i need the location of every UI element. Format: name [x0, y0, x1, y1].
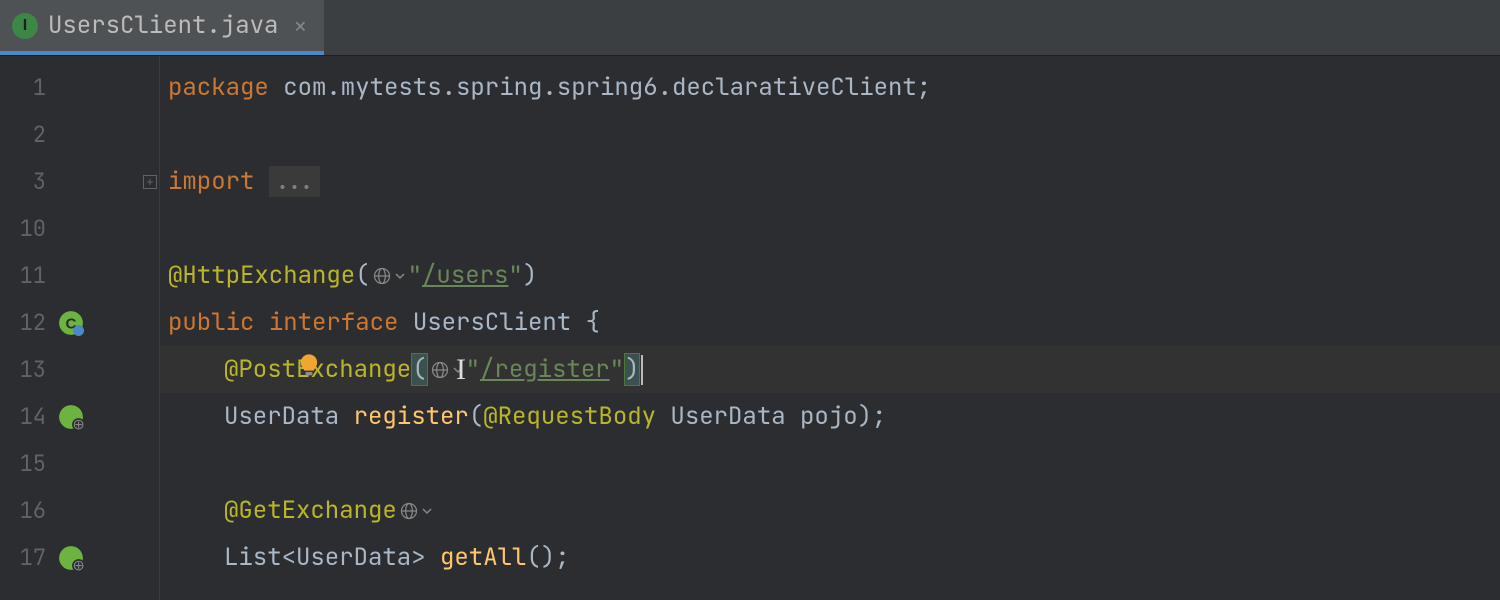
close-icon[interactable]: ✕	[294, 13, 306, 39]
code-line[interactable]: List<UserData> getAll();	[160, 534, 1500, 581]
string-quote: "	[408, 260, 422, 291]
folded-text[interactable]: ...	[269, 166, 320, 197]
code-line[interactable]: public interface UsersClient {	[160, 299, 1500, 346]
code-line[interactable]: import ...	[160, 158, 1500, 205]
type-name: List<UserData>	[224, 542, 440, 573]
fold-expand-icon[interactable]: +	[143, 175, 157, 189]
gutter-row[interactable]: 10	[0, 205, 159, 252]
line-number: 15	[0, 449, 52, 478]
package-path: com.mytests.spring.spring6.declarativeCl…	[269, 72, 931, 103]
annotation: @RequestBody	[483, 401, 656, 432]
code-line[interactable]	[160, 440, 1500, 487]
method-name: register	[354, 401, 469, 432]
line-number: 14	[0, 402, 52, 431]
line-number: 17	[0, 543, 52, 572]
spring-nav-icon[interactable]	[58, 534, 84, 581]
gutter-row[interactable]: 16	[0, 487, 159, 534]
tab-bar: I UsersClient.java ✕	[0, 0, 1500, 56]
gutter-row[interactable]: 15	[0, 440, 159, 487]
method-name: getAll	[440, 542, 526, 573]
gutter-row[interactable]: 12 C	[0, 299, 159, 346]
paren-matched: (	[411, 353, 427, 386]
keyword: package	[168, 72, 269, 103]
line-number: 10	[0, 214, 52, 243]
code-line[interactable]: package com.mytests.spring.spring6.decla…	[160, 64, 1500, 111]
globe-icon	[399, 501, 419, 521]
spring-bean-icon[interactable]: C	[58, 299, 84, 346]
gutter-row[interactable]: 3 +	[0, 158, 159, 205]
type-name: UserData	[656, 401, 800, 432]
line-number: 13	[0, 355, 52, 384]
url-path[interactable]: /register	[480, 354, 610, 385]
punct: );	[858, 401, 887, 432]
url-path[interactable]: /users	[422, 260, 508, 291]
code-line[interactable]: @HttpExchange( "/users")	[160, 252, 1500, 299]
code-line-current[interactable]: I @PostExchange("/register")	[160, 346, 1500, 393]
brace: {	[586, 307, 600, 338]
spring-nav-icon[interactable]	[58, 393, 84, 440]
code-area[interactable]: package com.mytests.spring.spring6.decla…	[160, 56, 1500, 600]
annotation: @GetExchange	[224, 495, 397, 526]
gutter-row[interactable]: 1	[0, 64, 159, 111]
string-quote: "	[610, 354, 624, 385]
code-line[interactable]: UserData register(@RequestBody UserData …	[160, 393, 1500, 440]
line-number: 1	[0, 73, 52, 102]
file-tab[interactable]: I UsersClient.java ✕	[0, 0, 324, 55]
annotation: @HttpExchange	[168, 260, 355, 291]
paren-matched: )	[624, 353, 640, 386]
gutter-row[interactable]: 13	[0, 346, 159, 393]
caret	[641, 355, 643, 385]
gutter-row[interactable]: 2	[0, 111, 159, 158]
url-badge[interactable]	[372, 266, 406, 286]
paren: (	[469, 401, 483, 432]
chevron-down-icon	[421, 505, 433, 517]
line-number: 11	[0, 261, 52, 290]
line-number: 16	[0, 496, 52, 525]
paren: (	[355, 260, 369, 291]
url-badge[interactable]	[399, 501, 433, 521]
code-line[interactable]	[160, 111, 1500, 158]
gutter: 1 2 3 + 10 11 12 C 13 14 15 16 17	[0, 56, 160, 600]
gutter-row[interactable]: 14	[0, 393, 159, 440]
type-name: UsersClient	[413, 307, 586, 338]
paren: )	[523, 260, 537, 291]
string-quote: "	[466, 354, 480, 385]
line-number: 12	[0, 308, 52, 337]
line-number: 3	[0, 167, 52, 196]
code-line[interactable]: @GetExchange	[160, 487, 1500, 534]
interface-icon: I	[12, 13, 38, 39]
gutter-row[interactable]: 17	[0, 534, 159, 581]
code-line[interactable]	[160, 205, 1500, 252]
keyword: import	[168, 166, 269, 197]
editor: 1 2 3 + 10 11 12 C 13 14 15 16 17	[0, 56, 1500, 600]
string-quote: "	[508, 260, 522, 291]
type-name: UserData	[224, 401, 354, 432]
globe-icon	[430, 360, 450, 380]
param-name: pojo	[800, 401, 858, 432]
chevron-down-icon	[452, 364, 464, 376]
gutter-row[interactable]: 11	[0, 252, 159, 299]
punct: ();	[526, 542, 569, 573]
tab-filename: UsersClient.java	[48, 10, 278, 41]
chevron-down-icon	[394, 270, 406, 282]
globe-icon	[372, 266, 392, 286]
line-number: 2	[0, 120, 52, 149]
url-badge[interactable]	[430, 360, 464, 380]
